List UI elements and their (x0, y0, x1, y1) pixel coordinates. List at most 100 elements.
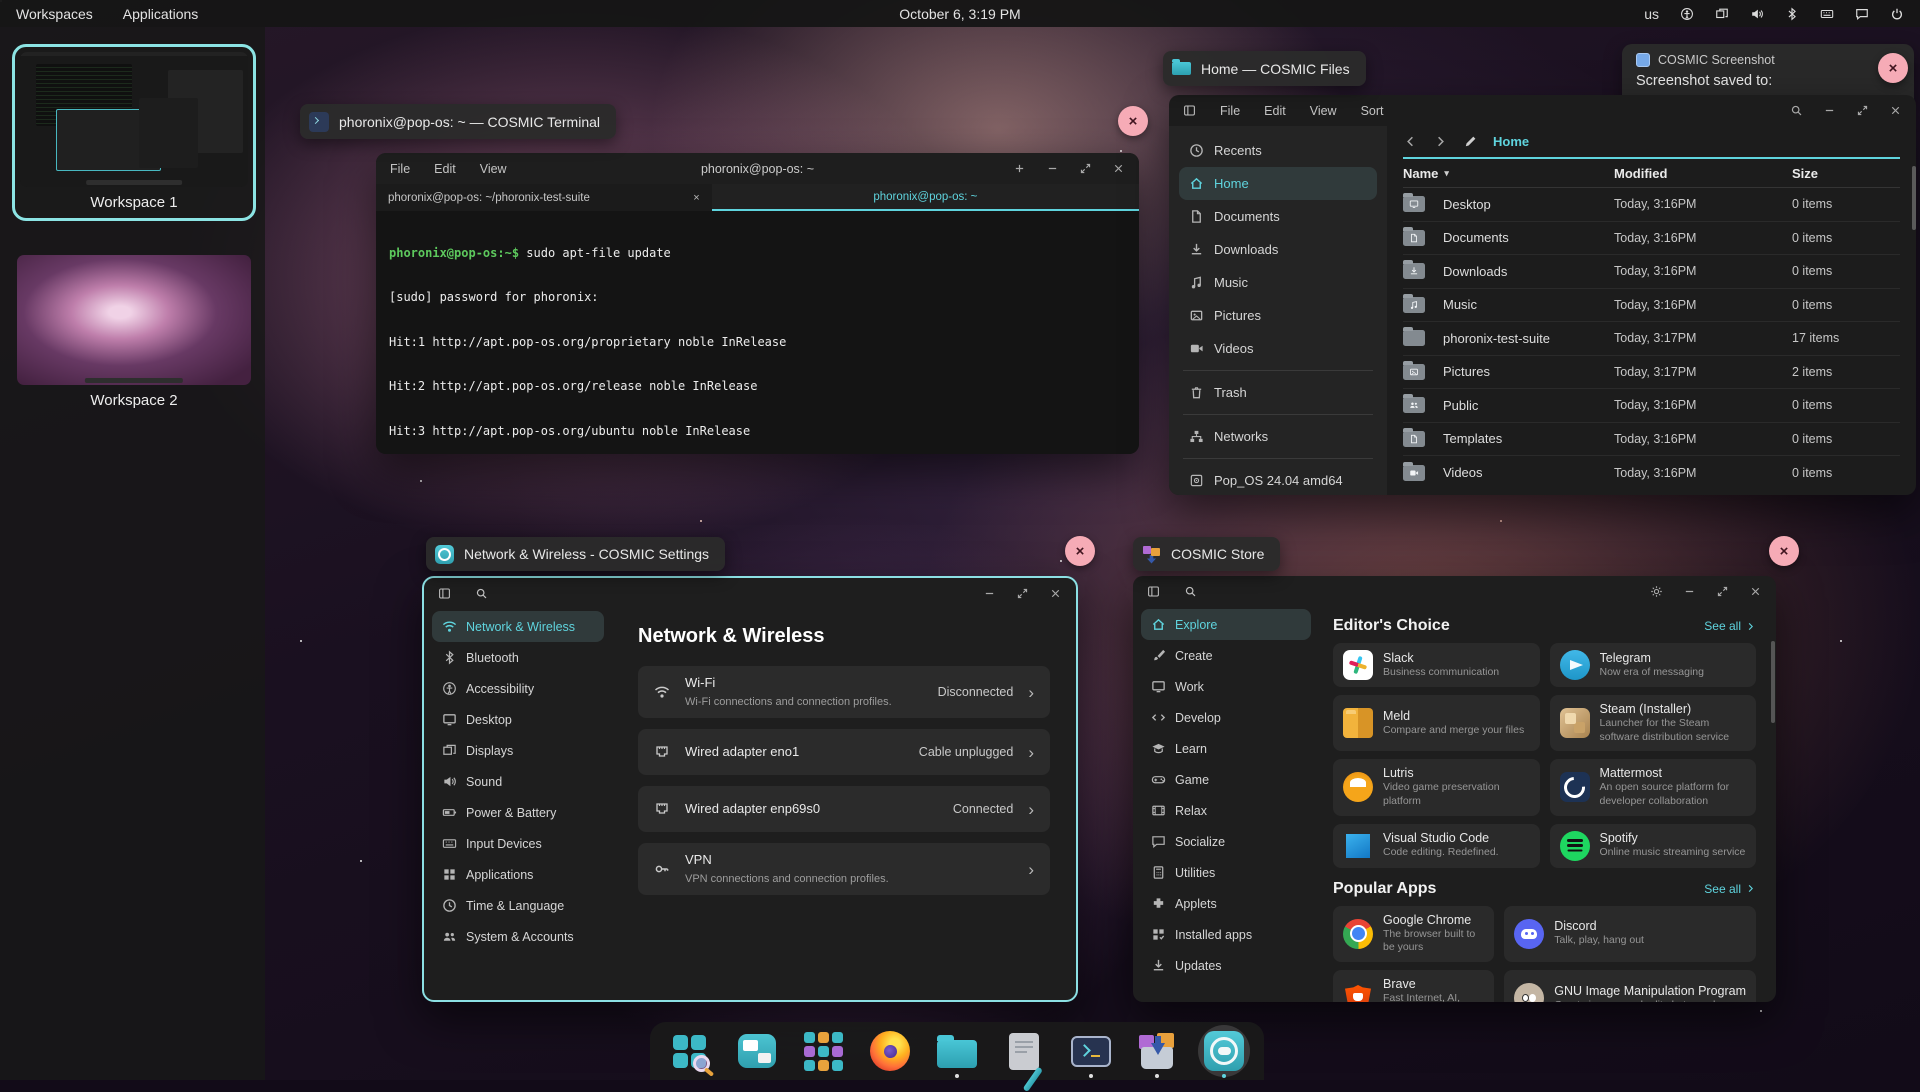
search-icon[interactable] (1184, 585, 1197, 598)
sidebar-toggle-icon[interactable] (1183, 104, 1196, 117)
app-card-mattermost[interactable]: MattermostAn open source platform for de… (1550, 759, 1757, 815)
settings-overview-close-button[interactable]: × (1065, 536, 1095, 566)
terminal-output[interactable]: phoronix@pop-os:~$ sudo apt-file update … (376, 211, 1139, 454)
file-row-documents[interactable]: Documents Today, 3:16PM0 items (1403, 222, 1900, 256)
settings-window-pill[interactable]: Network & Wireless - COSMIC Settings (426, 537, 725, 571)
back-icon[interactable] (1403, 134, 1418, 149)
file-row-videos[interactable]: Videos Today, 3:16PM0 items (1403, 456, 1900, 490)
app-card-lutris[interactable]: LutrisVideo game preservation platform (1333, 759, 1540, 815)
sidebar-item-pictures[interactable]: Pictures (1179, 299, 1377, 332)
store-overview-close-button[interactable]: × (1769, 536, 1799, 566)
workspace-2-card[interactable]: Workspace 2 (17, 255, 251, 409)
notifications-icon[interactable] (1855, 7, 1869, 21)
close-icon[interactable] (1112, 162, 1125, 175)
sidebar-item-trash[interactable]: Trash (1179, 376, 1377, 409)
applications-menu[interactable]: Applications (123, 6, 199, 22)
maximize-icon[interactable] (1079, 162, 1092, 175)
gear-icon[interactable] (1650, 585, 1663, 598)
sidebar-item-videos[interactable]: Videos (1179, 332, 1377, 365)
file-row-phoronix-test-suite[interactable]: phoronix-test-suite Today, 3:17PM17 item… (1403, 322, 1900, 356)
edit-path-icon[interactable] (1463, 134, 1478, 149)
terminal-menu-edit[interactable]: Edit (434, 162, 456, 176)
app-card-vscode[interactable]: Visual Studio CodeCode editing. Redefine… (1333, 824, 1540, 868)
settings-item-network[interactable]: Network & Wireless (432, 611, 604, 642)
file-row-music[interactable]: Music Today, 3:16PM0 items (1403, 289, 1900, 323)
close-icon[interactable] (1889, 104, 1902, 117)
tiling-applet-icon[interactable] (1715, 7, 1729, 21)
store-item-updates[interactable]: Updates (1141, 950, 1311, 981)
terminal-window-pill[interactable]: phoronix@pop-os: ~ — COSMIC Terminal (300, 104, 616, 139)
bluetooth-icon[interactable] (1785, 7, 1799, 21)
sidebar-item-popos-drive[interactable]: Pop_OS 24.04 amd64 (1179, 464, 1377, 495)
minimize-icon[interactable] (983, 587, 996, 600)
sidebar-item-recents[interactable]: Recents (1179, 134, 1377, 167)
files-menu-sort[interactable]: Sort (1361, 104, 1384, 118)
new-tab-icon[interactable] (1013, 162, 1026, 175)
terminal-tab-phoronix-test-suite[interactable]: phoronix@pop-os: ~/phoronix-test-suite × (376, 184, 712, 211)
files-overview-close-button[interactable]: × (1878, 53, 1908, 83)
app-card-telegram[interactable]: TelegramNow era of messaging (1550, 643, 1757, 687)
settings-item-accounts[interactable]: System & Accounts (432, 921, 604, 952)
app-card-discord[interactable]: DiscordTalk, play, hang out (1504, 906, 1756, 962)
dock-workspaces[interactable] (735, 1028, 779, 1074)
dock-app-library[interactable] (802, 1028, 846, 1074)
terminal-window[interactable]: File Edit View phoronix@pop-os: ~ phoron… (376, 153, 1139, 454)
terminal-overview-close-button[interactable]: × (1118, 106, 1148, 136)
column-modified[interactable]: Modified (1614, 166, 1792, 181)
column-name[interactable]: Name (1403, 166, 1438, 181)
search-icon[interactable] (1790, 104, 1803, 117)
sidebar-toggle-icon[interactable] (1147, 585, 1160, 598)
files-menu-file[interactable]: File (1220, 104, 1240, 118)
store-item-socialize[interactable]: Socialize (1141, 826, 1311, 857)
column-size[interactable]: Size (1792, 166, 1900, 181)
files-window-pill[interactable]: Home — COSMIC Files (1163, 51, 1366, 86)
store-item-explore[interactable]: Explore (1141, 609, 1311, 640)
wired-enp69s0-row[interactable]: Wired adapter enp69s0 Connected › (638, 786, 1050, 832)
app-card-steam[interactable]: Steam (Installer)Launcher for the Steam … (1550, 695, 1757, 751)
workspaces-menu[interactable]: Workspaces (16, 6, 93, 22)
store-item-create[interactable]: Create (1141, 640, 1311, 671)
sidebar-item-home[interactable]: Home (1179, 167, 1377, 200)
close-icon[interactable] (1749, 585, 1762, 598)
store-item-learn[interactable]: Learn (1141, 733, 1311, 764)
file-row-desktop[interactable]: Desktop Today, 3:16PM0 items (1403, 188, 1900, 222)
dock-settings[interactable] (1202, 1028, 1246, 1074)
settings-item-desktop[interactable]: Desktop (432, 704, 604, 735)
see-all-link[interactable]: See all (1704, 882, 1756, 896)
dock-text-editor[interactable] (1002, 1028, 1046, 1074)
minimize-icon[interactable] (1823, 104, 1836, 117)
volume-icon[interactable] (1750, 7, 1764, 21)
settings-item-accessibility[interactable]: Accessibility (432, 673, 604, 704)
dock-files[interactable] (935, 1028, 979, 1074)
settings-item-power[interactable]: Power & Battery (432, 797, 604, 828)
maximize-icon[interactable] (1856, 104, 1869, 117)
settings-window[interactable]: Network & Wireless Bluetooth Accessibili… (422, 576, 1078, 1002)
dock-launcher[interactable] (668, 1028, 712, 1074)
store-window-pill[interactable]: COSMIC Store (1133, 537, 1280, 571)
minimize-icon[interactable] (1046, 162, 1059, 175)
dock-store[interactable] (1135, 1028, 1179, 1074)
scrollbar[interactable] (1771, 641, 1775, 723)
clock-applet[interactable]: October 6, 3:19 PM (899, 6, 1020, 22)
store-item-game[interactable]: Game (1141, 764, 1311, 795)
wifi-row[interactable]: Wi-FiWi-Fi connections and connection pr… (638, 666, 1050, 718)
store-item-applets[interactable]: Applets (1141, 888, 1311, 919)
app-card-spotify[interactable]: SpotifyOnline music streaming service (1550, 824, 1757, 868)
terminal-tab-home[interactable]: phoronix@pop-os: ~ (712, 184, 1139, 211)
app-card-chrome[interactable]: Google ChromeThe browser built to be you… (1333, 906, 1494, 962)
workspace-2-thumbnail[interactable] (17, 255, 251, 385)
store-item-relax[interactable]: Relax (1141, 795, 1311, 826)
terminal-menu-view[interactable]: View (480, 162, 507, 176)
files-menu-view[interactable]: View (1310, 104, 1337, 118)
file-row-downloads[interactable]: Downloads Today, 3:16PM0 items (1403, 255, 1900, 289)
workspace-1-thumbnail[interactable] (20, 52, 248, 187)
vpn-row[interactable]: VPNVPN connections and connection profil… (638, 843, 1050, 895)
search-icon[interactable] (475, 587, 488, 600)
dock-firefox[interactable] (868, 1028, 912, 1074)
minimize-icon[interactable] (1683, 585, 1696, 598)
breadcrumb[interactable]: Home (1493, 134, 1529, 149)
accessibility-icon[interactable] (1680, 7, 1694, 21)
tab-close-icon[interactable]: × (693, 192, 699, 204)
store-window[interactable]: Explore Create Work Develop Learn Game R… (1133, 576, 1776, 1002)
store-item-develop[interactable]: Develop (1141, 702, 1311, 733)
